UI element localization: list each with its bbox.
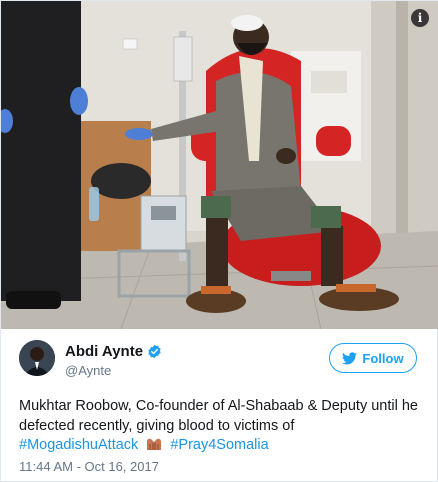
name-row: Abdi Aynte xyxy=(65,343,162,360)
hashtag-mogadishu-attack[interactable]: #MogadishuAttack xyxy=(19,437,138,453)
avatar-image xyxy=(19,340,55,376)
tweet-author: Abdi Aynte @Aynte Follow xyxy=(19,340,419,384)
heart-hands-emoji-icon xyxy=(145,436,163,452)
tweet-card: i Abdi Aynte @Aynte Follow Mukhtar Roobo… xyxy=(0,0,438,482)
follow-button[interactable]: Follow xyxy=(329,343,417,373)
tweet-timestamp[interactable]: 11:44 AM - Oct 16, 2017 xyxy=(19,459,159,474)
hashtag-pray4somalia[interactable]: #Pray4Somalia xyxy=(170,437,268,453)
display-name[interactable]: Abdi Aynte xyxy=(65,343,143,360)
twitter-bird-icon xyxy=(342,351,358,365)
avatar[interactable] xyxy=(19,340,55,376)
info-icon[interactable]: i xyxy=(411,9,429,27)
tweet-photo[interactable]: i xyxy=(1,1,438,329)
author-handle[interactable]: @Aynte xyxy=(65,363,111,378)
follow-button-label: Follow xyxy=(362,350,404,366)
tweet-text: Mukhtar Roobow, Co-founder of Al-Shabaab… xyxy=(19,397,424,456)
verified-badge-icon xyxy=(147,344,162,359)
tweet-body: Mukhtar Roobow, Co-founder of Al-Shabaab… xyxy=(19,398,418,434)
photo-illustration xyxy=(1,1,438,329)
